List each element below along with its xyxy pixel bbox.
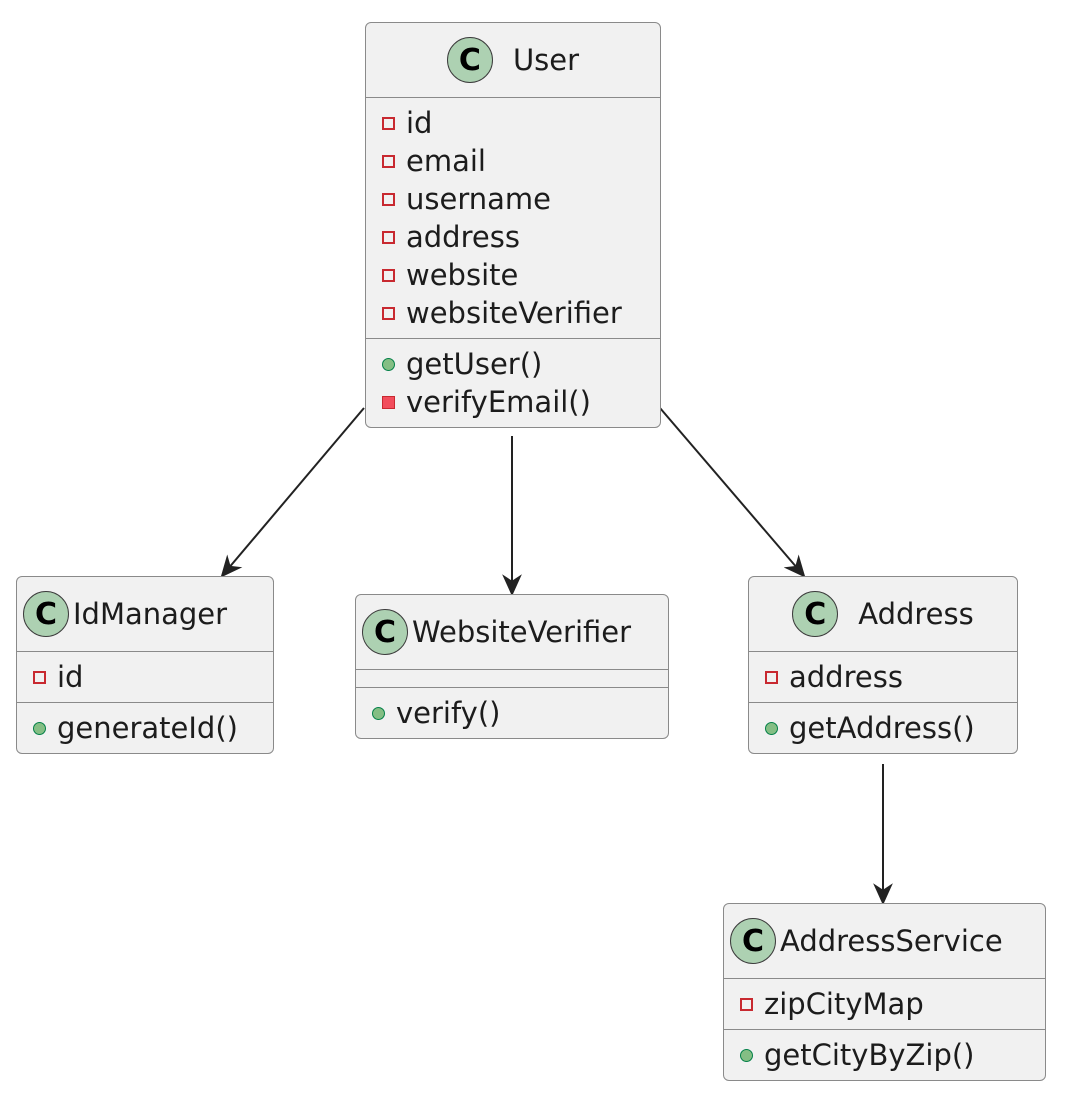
public-visibility-icon [372, 706, 385, 720]
class-name: WebsiteVerifier [412, 615, 632, 649]
field-name: address [406, 220, 520, 254]
class-address[interactable]: C Address address getAddress() [748, 576, 1018, 754]
field-row: address [382, 218, 660, 256]
class-stereotype-icon: C [362, 609, 408, 655]
method-row: generateId() [33, 709, 273, 747]
class-stereotype-icon: C [730, 918, 776, 964]
class-header: C Address [749, 577, 1017, 652]
class-name: Address [858, 597, 974, 631]
fields-section: zipCityMap [724, 979, 1045, 1030]
private-visibility-icon [765, 670, 778, 684]
method-name: getUser() [406, 347, 543, 381]
field-row: websiteVerifier [382, 294, 660, 332]
class-name: IdManager [73, 597, 228, 631]
field-name: id [57, 660, 84, 694]
field-name: address [789, 660, 903, 694]
method-row: verify() [372, 694, 668, 732]
methods-section: generateId() [17, 703, 273, 753]
field-row: id [33, 658, 273, 696]
field-name: id [406, 106, 433, 140]
class-stereotype-icon: C [792, 591, 839, 637]
class-addressservice[interactable]: C AddressService zipCityMap getCityByZip() [723, 903, 1046, 1081]
private-visibility-icon [740, 997, 753, 1011]
fields-section: address [749, 652, 1017, 703]
private-visibility-icon [382, 154, 395, 168]
private-visibility-icon [382, 230, 395, 244]
class-websiteverifier[interactable]: C WebsiteVerifier verify() [355, 594, 669, 739]
public-visibility-icon [740, 1048, 753, 1062]
field-row: address [765, 658, 1017, 696]
class-header: C AddressService [724, 904, 1045, 979]
field-name: zipCityMap [764, 987, 924, 1021]
public-visibility-icon [382, 357, 395, 371]
edge-user-idmanager [220, 407, 365, 578]
fields-section [356, 670, 668, 688]
private-visibility-icon [382, 192, 395, 206]
methods-section: getCityByZip() [724, 1030, 1045, 1080]
field-name: username [406, 182, 551, 216]
method-row: getUser() [382, 345, 660, 383]
private-visibility-icon [382, 116, 395, 130]
public-visibility-icon [33, 721, 46, 735]
private-visibility-icon [382, 395, 395, 409]
method-name: generateId() [57, 711, 238, 745]
class-stereotype-icon: C [446, 37, 493, 83]
method-name: getAddress() [789, 711, 975, 745]
methods-section: getAddress() [749, 703, 1017, 753]
field-row: email [382, 142, 660, 180]
edge-user-address [659, 407, 806, 578]
class-stereotype-icon: C [23, 591, 69, 637]
method-name: verify() [396, 696, 501, 730]
field-row: id [382, 104, 660, 142]
class-header: C WebsiteVerifier [356, 595, 668, 670]
class-name: AddressService [780, 924, 1003, 958]
field-row: website [382, 256, 660, 294]
fields-section: id email username address website websiteVeri… [366, 98, 660, 339]
method-row: getCityByZip() [740, 1036, 1045, 1074]
field-row: username [382, 180, 660, 218]
private-visibility-icon [382, 306, 395, 320]
private-visibility-icon [33, 670, 46, 684]
class-header: C User [366, 23, 660, 98]
methods-section: verify() [356, 688, 668, 738]
method-row: getAddress() [765, 709, 1017, 747]
field-name: website [406, 258, 519, 292]
class-idmanager[interactable]: C IdManager id generateId() [16, 576, 274, 754]
field-name: websiteVerifier [406, 296, 622, 330]
private-visibility-icon [382, 268, 395, 282]
field-name: email [406, 144, 486, 178]
fields-section: id [17, 652, 273, 703]
public-visibility-icon [765, 721, 778, 735]
method-row: verifyEmail() [382, 383, 660, 421]
class-user[interactable]: C User id email username address website websit… [365, 22, 661, 428]
method-name: getCityByZip() [764, 1038, 975, 1072]
methods-section: getUser() verifyEmail() [366, 339, 660, 427]
method-name: verifyEmail() [406, 385, 591, 419]
field-row: zipCityMap [740, 985, 1045, 1023]
class-header: C IdManager [17, 577, 273, 652]
class-name: User [512, 43, 580, 77]
